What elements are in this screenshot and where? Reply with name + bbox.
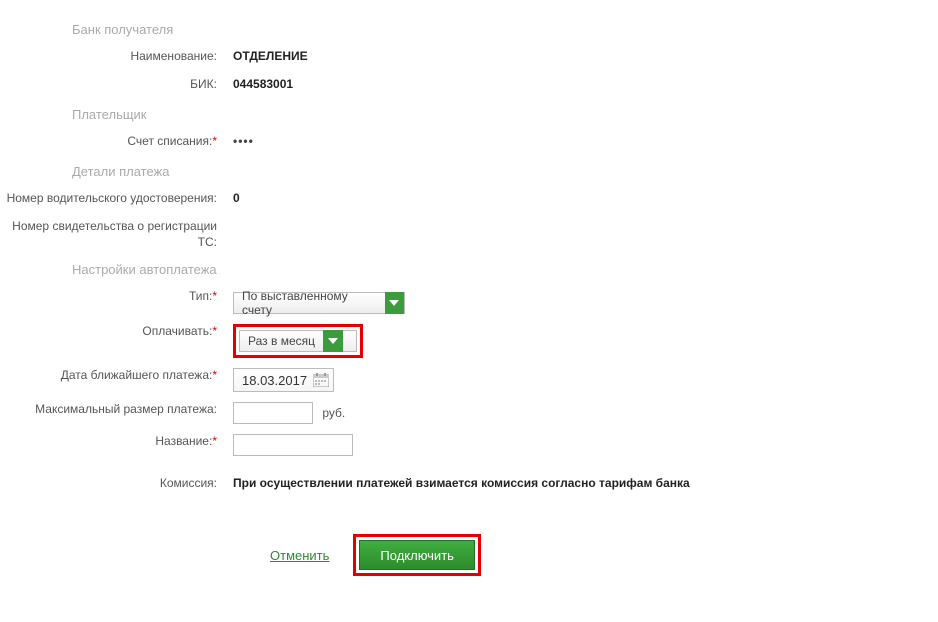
value-bik: 044583001 — [225, 75, 938, 91]
type-dropdown-text: По выставленному счету — [234, 289, 385, 317]
highlight-submit: Подключить — [353, 534, 481, 576]
date-input[interactable]: 18.03.2017 — [233, 368, 334, 392]
value-license: 0 — [225, 189, 938, 205]
label-account: Счет списания:* — [0, 132, 225, 150]
date-value: 18.03.2017 — [242, 373, 307, 388]
label-type: Тип:* — [0, 287, 225, 305]
highlight-pay: Раз в месяц — [233, 324, 363, 358]
pay-dropdown[interactable]: Раз в месяц — [239, 330, 357, 352]
section-details: Детали платежа — [72, 164, 938, 179]
required-marker: * — [212, 134, 217, 148]
required-marker: * — [212, 434, 217, 448]
label-bik: БИК: — [0, 75, 225, 93]
value-registration — [225, 217, 938, 219]
chevron-down-icon — [323, 330, 343, 352]
section-payer: Плательщик — [72, 107, 938, 122]
actions-row: Отменить Подключить — [0, 534, 938, 576]
row-commission: Комиссия: При осуществлении платежей взи… — [0, 474, 938, 494]
row-bik: БИК: 044583001 — [0, 75, 938, 95]
value-bank-name: ОТДЕЛЕНИЕ — [225, 47, 938, 63]
row-name: Название:* — [0, 432, 938, 456]
type-dropdown[interactable]: По выставленному счету — [233, 292, 405, 314]
label-registration: Номер свидетельства о регистрации ТС: — [0, 217, 225, 250]
row-bank-name: Наименование: ОТДЕЛЕНИЕ — [0, 47, 938, 67]
label-max: Максимальный размер платежа: — [0, 400, 225, 418]
value-commission: При осуществлении платежей взимается ком… — [225, 474, 938, 490]
max-unit: руб. — [322, 406, 345, 420]
label-license: Номер водительского удостоверения: — [0, 189, 225, 207]
label-date: Дата ближайшего платежа:* — [0, 366, 225, 384]
section-settings: Настройки автоплатежа — [72, 262, 938, 277]
label-pay: Оплачивать:* — [0, 322, 225, 340]
submit-button[interactable]: Подключить — [359, 540, 475, 570]
calendar-icon — [313, 373, 329, 387]
required-marker: * — [212, 289, 217, 303]
required-marker: * — [212, 368, 217, 382]
section-bank: Банк получателя — [72, 22, 938, 37]
value-account: •••• — [225, 132, 938, 148]
row-license: Номер водительского удостоверения: 0 — [0, 189, 938, 209]
max-input[interactable] — [233, 402, 313, 424]
name-input[interactable] — [233, 434, 353, 456]
row-registration: Номер свидетельства о регистрации ТС: — [0, 217, 938, 250]
label-bank-name: Наименование: — [0, 47, 225, 65]
chevron-down-icon — [385, 292, 404, 314]
row-max: Максимальный размер платежа: руб. — [0, 400, 938, 424]
row-account: Счет списания:* •••• — [0, 132, 938, 152]
cancel-link[interactable]: Отменить — [270, 548, 329, 563]
row-pay: Оплачивать:* Раз в месяц — [0, 322, 938, 358]
row-type: Тип:* По выставленному счету — [0, 287, 938, 314]
row-date: Дата ближайшего платежа:* 18.03.2017 — [0, 366, 938, 392]
pay-dropdown-text: Раз в месяц — [240, 334, 323, 348]
label-commission: Комиссия: — [0, 474, 225, 492]
label-name: Название:* — [0, 432, 225, 450]
required-marker: * — [212, 324, 217, 338]
